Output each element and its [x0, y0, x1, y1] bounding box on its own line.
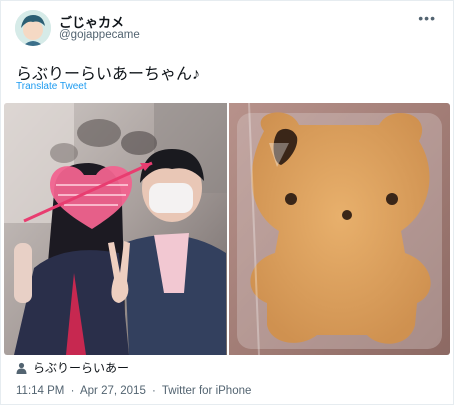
- photo-couple[interactable]: [4, 103, 227, 355]
- user-handle[interactable]: @gojappecame: [59, 29, 140, 41]
- tweet-meta: 11:14 PM · Apr 27, 2015 · Twitter for iP…: [16, 385, 254, 397]
- tweet-card: ごじゃカメ @gojappecame ••• らぶりーらいあーちゃん♪ Tran…: [0, 0, 454, 405]
- meta-separator: ·: [152, 385, 156, 397]
- tweet-time[interactable]: 11:14 PM: [16, 385, 64, 397]
- translate-tweet-link[interactable]: Translate Tweet: [16, 81, 87, 92]
- tweet-source[interactable]: Twitter for iPhone: [162, 385, 251, 397]
- meta-separator: ·: [70, 385, 75, 397]
- tweet-date[interactable]: Apr 27, 2015: [80, 385, 146, 397]
- tagged-user-name: らぶりーらいあー: [33, 361, 130, 375]
- avatar[interactable]: [15, 10, 51, 46]
- more-options-icon[interactable]: •••: [418, 10, 436, 26]
- photo-bear-cookie[interactable]: [229, 103, 450, 355]
- tweet-media: [4, 103, 450, 355]
- tagged-users[interactable]: らぶりーらいあー: [16, 359, 129, 376]
- person-tag-icon: [16, 362, 27, 374]
